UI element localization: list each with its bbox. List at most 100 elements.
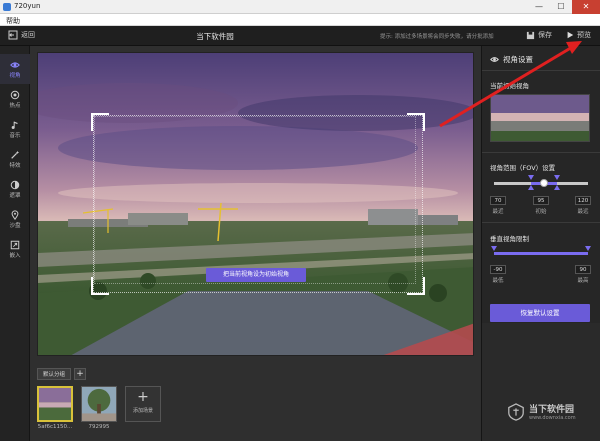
mask-icon (10, 180, 20, 190)
vertical-min-value[interactable]: -90 (490, 265, 506, 274)
sidebar-item-label: 音乐 (9, 133, 21, 139)
add-scene-label: 添加场景 (132, 408, 153, 414)
divider (482, 222, 600, 223)
vertical-fill (494, 252, 588, 255)
sidebar-item-label: 嵌入 (9, 253, 21, 259)
watermark-text: 当下软件园 (529, 405, 575, 415)
view-inner-guide (94, 116, 416, 284)
scene-thumb-graphic (39, 388, 71, 420)
sidebar-item-view[interactable]: 视角 (0, 54, 30, 84)
fov-min-value[interactable]: 70 (490, 196, 506, 205)
watermark-logo-icon (508, 402, 524, 421)
location-pin-icon (11, 210, 19, 220)
sidebar-item-music[interactable]: 音乐 (0, 114, 30, 144)
menu-help[interactable]: 帮助 (6, 16, 20, 26)
play-icon (567, 31, 574, 39)
sidebar-item-label: 沙盘 (9, 223, 21, 229)
sidebar-item-hotspot[interactable]: 热点 (0, 84, 30, 114)
fov-initial-knob[interactable] (539, 179, 548, 187)
minimize-button[interactable]: — (528, 0, 550, 14)
frame-corner (91, 113, 109, 131)
scene-thumbnail[interactable]: 5af6c1150... (37, 386, 73, 430)
scene-group-tabs: 默认分组 + (37, 368, 87, 380)
main-area: 把当前视角设为初始视角 默认分组 + 5af6c1150... 792995 +… (30, 46, 481, 441)
add-group-button[interactable]: + (74, 368, 87, 380)
project-title: 当下软件园 (196, 32, 234, 41)
hotspot-icon (10, 90, 20, 100)
window-title: 720yun (14, 2, 41, 10)
embed-icon (10, 240, 20, 250)
frame-corner (407, 113, 425, 131)
fov-label: 视角范围（FOV）设置 (490, 164, 556, 172)
menu-bar: 帮助 (0, 14, 600, 26)
left-sidebar: 视角 热点 音乐 特效 遮罩 沙盘 嵌入 (0, 46, 30, 441)
save-button[interactable]: 保存 (526, 30, 552, 40)
panel-header: 视角设置 (490, 54, 533, 65)
vertical-limit-slider[interactable] (482, 246, 600, 260)
fov-max-label: 最远 (577, 209, 589, 215)
initial-view-graphic (491, 95, 589, 141)
fov-min-handle-bottom (527, 185, 534, 190)
panel-footer (482, 323, 600, 441)
app-icon (3, 3, 11, 11)
window-titlebar: 720yun — ☐ ✕ (0, 0, 600, 14)
save-label: 保存 (538, 31, 552, 39)
vertical-min-handle[interactable] (491, 246, 497, 251)
eye-icon (490, 57, 499, 62)
view-settings-panel: 视角设置 当前初始视角 视角范围（FOV）设置 70 95 120 最近 初始 … (481, 46, 600, 441)
frame-corner (91, 277, 109, 295)
sidebar-item-label: 遮罩 (9, 193, 21, 199)
vertical-max-handle[interactable] (585, 246, 591, 251)
maximize-button[interactable]: ☐ (550, 0, 572, 14)
scene-thumbnail[interactable]: 792995 (81, 386, 117, 430)
vertical-max-label: 最高 (577, 278, 589, 284)
frame-corner (407, 277, 425, 295)
hint-text: 提示: 添加过多场景将会同步失败，请分批添加 (380, 34, 494, 40)
sidebar-item-embed[interactable]: 嵌入 (0, 234, 30, 264)
reset-defaults-button[interactable]: 恢复默认设置 (490, 304, 590, 322)
add-icon: + (137, 389, 149, 405)
divider (482, 70, 600, 71)
sidebar-item-sandbox[interactable]: 沙盘 (0, 204, 30, 234)
tab-default-group[interactable]: 默认分组 (37, 368, 72, 380)
fov-init-label: 初始 (535, 209, 547, 215)
sidebar-item-mask[interactable]: 遮罩 (0, 174, 30, 204)
fov-init-value[interactable]: 95 (533, 196, 549, 205)
divider (482, 152, 600, 153)
sidebar-item-effects[interactable]: 特效 (0, 144, 30, 174)
initial-view-thumbnail[interactable] (490, 94, 590, 142)
window-controls: — ☐ ✕ (528, 0, 600, 14)
initial-view-label: 当前初始视角 (490, 82, 529, 90)
scene-image (37, 386, 73, 422)
add-scene-button[interactable]: + 添加场景 (125, 386, 161, 422)
scene-caption: 5af6c1150... (37, 424, 73, 430)
sidebar-item-label: 特效 (9, 163, 21, 169)
watermark: 当下软件园 www.downxia.com (507, 402, 576, 421)
preview-button[interactable]: 预览 (566, 30, 591, 40)
magic-wand-icon (11, 150, 20, 159)
fov-min-handle[interactable] (527, 175, 534, 180)
watermark-url: www.downxia.com (529, 415, 576, 421)
scene-image (81, 386, 117, 422)
vertical-limit-label: 垂直视角限制 (490, 235, 529, 243)
set-initial-view-button[interactable]: 把当前视角设为初始视角 (206, 268, 306, 282)
fov-max-value[interactable]: 120 (575, 196, 591, 205)
eye-icon (10, 62, 20, 68)
music-icon (11, 121, 18, 129)
panorama-viewport[interactable]: 把当前视角设为初始视角 (37, 52, 474, 356)
fov-slider[interactable] (482, 174, 600, 192)
app-header: 返回 当下软件园 提示: 添加过多场景将会同步失败，请分批添加 保存 预览 (0, 26, 600, 46)
panel-title: 视角设置 (503, 55, 533, 64)
fov-max-handle-bottom (553, 185, 560, 190)
sidebar-item-label: 视角 (9, 73, 21, 79)
sidebar-item-label: 热点 (9, 103, 21, 109)
close-button[interactable]: ✕ (572, 0, 600, 14)
vertical-min-label: 最低 (492, 278, 504, 284)
fov-min-label: 最近 (492, 209, 504, 215)
initial-view-frame[interactable] (91, 113, 425, 295)
vertical-max-value[interactable]: 90 (575, 265, 591, 274)
scene-list: 5af6c1150... 792995 + 添加场景 (37, 386, 161, 430)
save-icon (526, 31, 535, 39)
scene-thumb-graphic (82, 387, 116, 421)
fov-max-handle[interactable] (553, 175, 560, 180)
